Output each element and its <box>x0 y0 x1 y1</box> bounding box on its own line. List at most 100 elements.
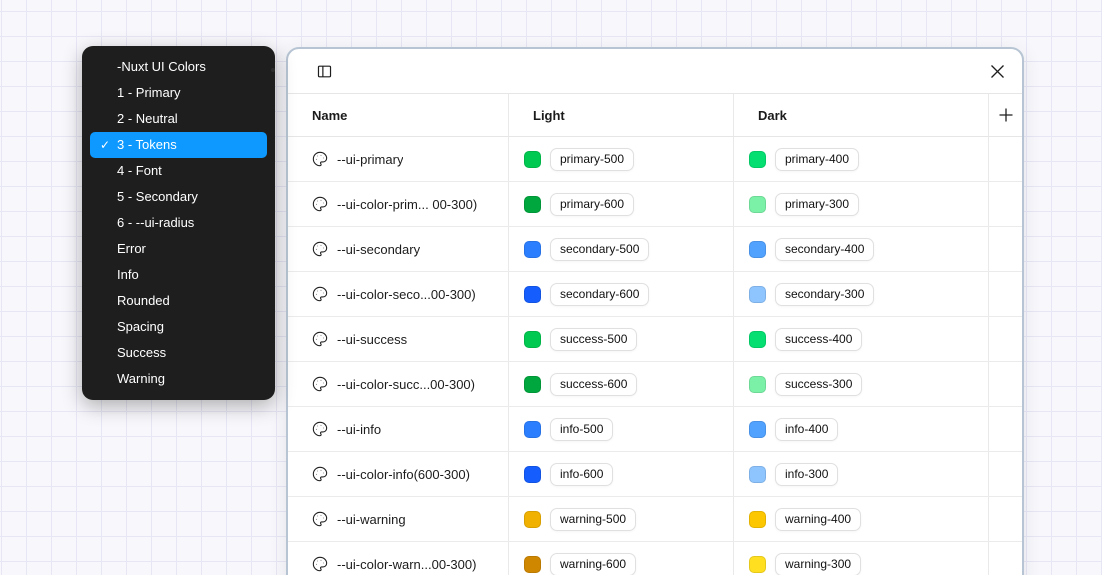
row-extra-cell <box>988 227 1022 271</box>
table-row: --ui-primary primary-500 primary-400 <box>288 137 1022 182</box>
palette-icon <box>312 331 328 347</box>
color-swatch <box>524 151 541 168</box>
color-swatch <box>749 466 766 483</box>
dark-color-chip[interactable]: success-400 <box>749 328 862 351</box>
light-value-cell: success-500 <box>508 317 733 361</box>
color-swatch <box>524 196 541 213</box>
menu-item-2-neutral[interactable]: 2 - Neutral <box>90 106 267 132</box>
variable-name-cell[interactable]: --ui-success <box>288 317 508 361</box>
variable-name-cell[interactable]: --ui-info <box>288 407 508 451</box>
panel-toolbar <box>288 49 1022 94</box>
light-color-chip[interactable]: success-500 <box>524 328 637 351</box>
variable-name-cell[interactable]: --ui-color-prim... 00-300) <box>288 182 508 226</box>
dark-color-chip[interactable]: warning-300 <box>749 553 861 575</box>
dark-color-chip[interactable]: success-300 <box>749 373 862 396</box>
table-row: --ui-info info-500 info-400 <box>288 407 1022 452</box>
check-icon: ✓ <box>96 132 114 158</box>
dark-color-chip[interactable]: secondary-400 <box>749 238 874 261</box>
color-swatch <box>749 421 766 438</box>
variable-name-cell[interactable]: --ui-color-info(600-300) <box>288 452 508 496</box>
alias-pill-label: info-600 <box>550 463 613 486</box>
light-color-chip[interactable]: success-600 <box>524 373 637 396</box>
alias-pill-label: info-300 <box>775 463 838 486</box>
color-swatch <box>524 511 541 528</box>
dark-color-chip[interactable]: secondary-300 <box>749 283 874 306</box>
menu-item-info[interactable]: Info <box>90 262 267 288</box>
color-swatch <box>524 331 541 348</box>
dark-color-chip[interactable]: primary-300 <box>749 193 859 216</box>
menu-item-3-tokens[interactable]: ✓3 - Tokens <box>90 132 267 158</box>
alias-pill-label: primary-400 <box>775 148 859 171</box>
light-value-cell: primary-500 <box>508 137 733 181</box>
menu-trigger-dot <box>271 68 275 72</box>
menu-item-nuxt-ui-colors[interactable]: -Nuxt UI Colors <box>90 54 267 80</box>
menu-item-4-font[interactable]: 4 - Font <box>90 158 267 184</box>
variable-name-cell[interactable]: --ui-secondary <box>288 227 508 271</box>
alias-pill-label: warning-300 <box>775 553 861 575</box>
dark-value-cell: secondary-300 <box>733 272 988 316</box>
light-color-chip[interactable]: info-500 <box>524 418 613 441</box>
variable-name: --ui-success <box>337 332 407 347</box>
light-color-chip[interactable]: primary-600 <box>524 193 634 216</box>
alias-pill-label: success-300 <box>775 373 862 396</box>
dark-color-chip[interactable]: info-400 <box>749 418 838 441</box>
menu-item-label: 2 - Neutral <box>117 111 178 126</box>
x-icon <box>990 64 1005 79</box>
alias-pill-label: info-400 <box>775 418 838 441</box>
light-color-chip[interactable]: info-600 <box>524 463 613 486</box>
menu-item-1-primary[interactable]: 1 - Primary <box>90 80 267 106</box>
menu-item-spacing[interactable]: Spacing <box>90 314 267 340</box>
close-button[interactable] <box>985 59 1009 83</box>
dark-color-chip[interactable]: warning-400 <box>749 508 861 531</box>
alias-pill-label: success-500 <box>550 328 637 351</box>
menu-item-rounded[interactable]: Rounded <box>90 288 267 314</box>
palette-icon <box>312 376 328 392</box>
variable-name-cell[interactable]: --ui-warning <box>288 497 508 541</box>
alias-pill-label: info-500 <box>550 418 613 441</box>
palette-icon <box>312 421 328 437</box>
variable-name: --ui-color-seco...00-300) <box>337 287 476 302</box>
color-swatch <box>749 286 766 303</box>
variable-name-cell[interactable]: --ui-color-succ...00-300) <box>288 362 508 406</box>
row-extra-cell <box>988 317 1022 361</box>
variable-name-cell[interactable]: --ui-primary <box>288 137 508 181</box>
light-color-chip[interactable]: secondary-500 <box>524 238 649 261</box>
variable-name-cell[interactable]: --ui-color-warn...00-300) <box>288 542 508 575</box>
add-mode-button[interactable] <box>994 103 1018 127</box>
menu-item-label: Error <box>117 241 146 256</box>
variable-name: --ui-color-prim... 00-300) <box>337 197 477 212</box>
color-swatch <box>524 286 541 303</box>
menu-item-warning[interactable]: Warning <box>90 366 267 392</box>
sidebar-toggle-button[interactable] <box>312 59 336 83</box>
menu-item-label: Info <box>117 267 139 282</box>
menu-item-6-ui-radius[interactable]: 6 - --ui-radius <box>90 210 267 236</box>
alias-pill-label: secondary-500 <box>550 238 649 261</box>
color-swatch <box>749 556 766 573</box>
light-color-chip[interactable]: secondary-600 <box>524 283 649 306</box>
light-color-chip[interactable]: primary-500 <box>524 148 634 171</box>
menu-item-success[interactable]: Success <box>90 340 267 366</box>
variable-name-cell[interactable]: --ui-color-seco...00-300) <box>288 272 508 316</box>
menu-item-error[interactable]: Error <box>90 236 267 262</box>
light-color-chip[interactable]: warning-600 <box>524 553 636 575</box>
row-extra-cell <box>988 497 1022 541</box>
table-header-row: Name Light Dark <box>288 94 1022 137</box>
color-swatch <box>524 241 541 258</box>
column-header-name: Name <box>288 94 508 136</box>
alias-pill-label: warning-400 <box>775 508 861 531</box>
menu-item-label: -Nuxt UI Colors <box>117 59 206 74</box>
table-row: --ui-color-succ...00-300) success-600 su… <box>288 362 1022 407</box>
light-value-cell: warning-500 <box>508 497 733 541</box>
menu-item-label: Warning <box>117 371 165 386</box>
light-color-chip[interactable]: warning-500 <box>524 508 636 531</box>
menu-item-5-secondary[interactable]: 5 - Secondary <box>90 184 267 210</box>
menu-item-label: 6 - --ui-radius <box>117 215 194 230</box>
variable-name: --ui-color-succ...00-300) <box>337 377 475 392</box>
light-value-cell: secondary-600 <box>508 272 733 316</box>
column-header-light: Light <box>508 94 733 136</box>
plus-icon <box>998 107 1014 123</box>
dark-color-chip[interactable]: primary-400 <box>749 148 859 171</box>
menu-item-label: Spacing <box>117 319 164 334</box>
color-swatch <box>749 196 766 213</box>
dark-color-chip[interactable]: info-300 <box>749 463 838 486</box>
